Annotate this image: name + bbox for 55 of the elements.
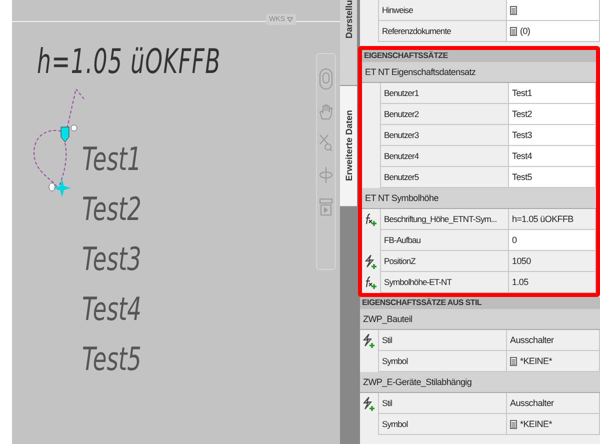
- property-value[interactable]: Test3: [508, 125, 596, 146]
- formula-icon: [365, 213, 377, 226]
- property-name: Benutzer5: [380, 167, 508, 188]
- group-header[interactable]: ZWP_E-Geräte_Stilabhängig: [360, 372, 600, 393]
- property-value[interactable]: 1050: [508, 251, 596, 272]
- side-tab[interactable]: Erweiterte Daten: [340, 86, 357, 207]
- property-value[interactable]: h=1.05 üOKFFB: [508, 209, 596, 230]
- group-header[interactable]: ZWP_Bauteil: [360, 309, 600, 330]
- property-name: Beschriftung_Höhe_ETNT-Sym...: [380, 209, 508, 230]
- section-header[interactable]: EIGENSCHAFTSSÄTZE AUS STIL: [360, 297, 600, 309]
- property-value[interactable]: *KEINE*: [506, 351, 600, 372]
- property-name: Stil: [378, 330, 506, 351]
- property-value[interactable]: (0): [506, 21, 600, 42]
- property-value[interactable]: Ausschalter: [506, 330, 600, 351]
- hand-icon[interactable]: [319, 104, 333, 120]
- orbit-icon[interactable]: [319, 166, 333, 184]
- property-name: Stil: [378, 393, 506, 414]
- lightning-icon: [363, 334, 375, 348]
- property-name: Referenzdokumente: [378, 21, 506, 42]
- property-name: Symbol: [378, 414, 506, 435]
- property-value[interactable]: 1.05: [508, 272, 596, 293]
- property-value[interactable]: Test4: [508, 146, 596, 167]
- drawing-text: Test5: [82, 339, 142, 380]
- property-name: Benutzer4: [380, 146, 508, 167]
- play-icon[interactable]: [319, 198, 333, 216]
- drawing-text: Test1: [82, 139, 142, 180]
- dropdown-icon: [287, 17, 293, 22]
- formula-icon: [365, 276, 377, 289]
- property-value[interactable]: Test1: [508, 83, 596, 104]
- property-name: Benutzer1: [380, 83, 508, 104]
- lightning-icon: [363, 396, 375, 410]
- zoom-icon[interactable]: [319, 134, 333, 152]
- property-name: Benutzer3: [380, 125, 508, 146]
- property-value[interactable]: 0: [508, 230, 596, 251]
- property-name: PositionZ: [380, 251, 508, 272]
- property-value[interactable]: Test2: [508, 104, 596, 125]
- property-name: Hinweise: [378, 0, 506, 21]
- property-value[interactable]: Ausschalter: [506, 393, 600, 414]
- property-name: Symbol: [378, 351, 506, 372]
- property-name: FB-Aufbau: [380, 230, 508, 251]
- section-header[interactable]: EIGENSCHAFTSSÄTZE: [362, 50, 596, 62]
- annotation-text: h=1.05 üOKFFB: [37, 42, 222, 82]
- drawing-text: Test2: [82, 189, 142, 230]
- group-header[interactable]: ET NT Eigenschaftsdatensatz: [362, 62, 596, 83]
- property-name: Benutzer2: [380, 104, 508, 125]
- wheel-icon[interactable]: [319, 68, 333, 90]
- property-value[interactable]: *KEINE*: [506, 414, 600, 435]
- side-tab[interactable]: Darstellu: [340, 0, 357, 86]
- property-value[interactable]: Test5: [508, 167, 596, 188]
- group-header[interactable]: ET NT Symbolhöhe: [362, 188, 596, 209]
- lightning-icon: [365, 254, 377, 268]
- drawing-text: Test3: [82, 239, 142, 280]
- property-name: Symbolhöhe-ET-NT: [380, 272, 508, 293]
- property-value[interactable]: [506, 0, 600, 21]
- drawing-text: Test4: [82, 289, 142, 330]
